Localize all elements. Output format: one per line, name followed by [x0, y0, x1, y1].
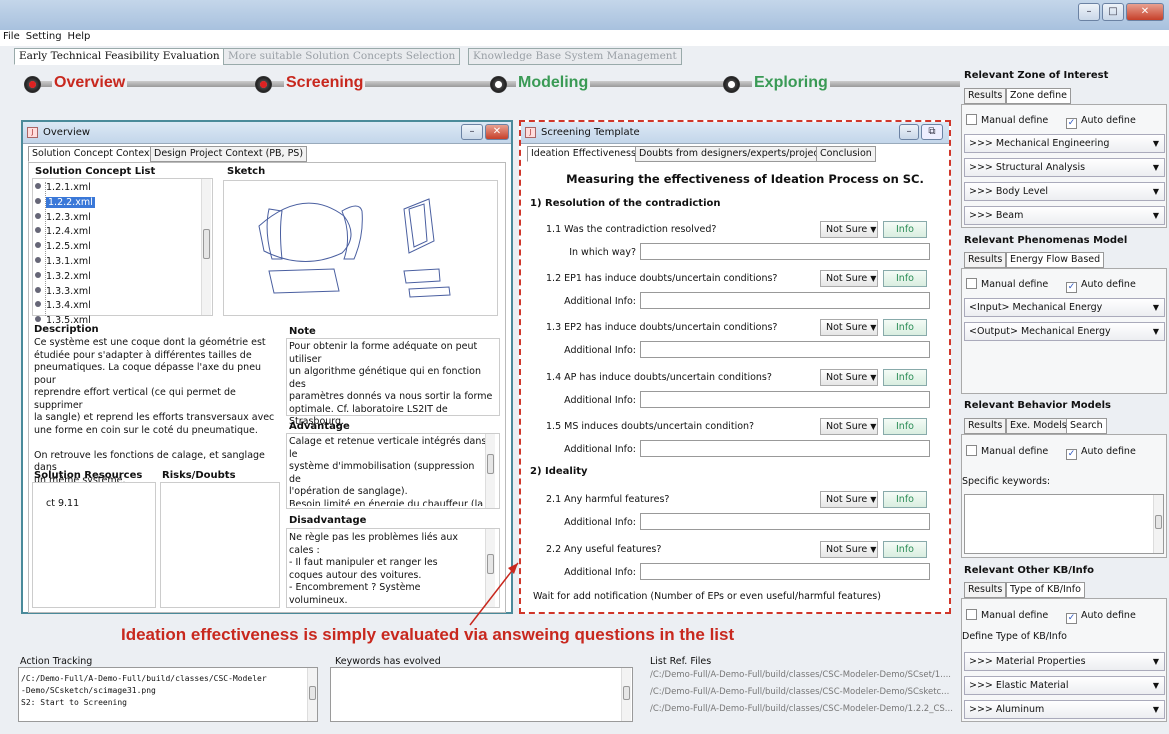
- ref-files-label: List Ref. Files: [650, 656, 712, 667]
- ref-file-item[interactable]: /C:/Demo-Full/A-Demo-Full/build/classes/…: [650, 687, 955, 704]
- action-tracking-lines: /C:/Demo-Full/A-Demo-Full/build/classes/…: [21, 673, 303, 709]
- annotation-arrow: [469, 562, 519, 626]
- keywords-evolved-label: Keywords has evolved: [335, 656, 441, 667]
- ref-file-item[interactable]: /C:/Demo-Full/A-Demo-Full/build/classes/…: [650, 670, 955, 687]
- ref-file-item[interactable]: /C:/Demo-Full/A-Demo-Full/build/classes/…: [650, 704, 955, 721]
- action-scrollbar[interactable]: [307, 668, 317, 721]
- action-tracking-label: Action Tracking: [20, 656, 93, 667]
- files-scrollbar[interactable]: [621, 668, 631, 721]
- action-line: -Demo/SCsketch/scimage31.png: [21, 686, 156, 695]
- action-line: S2: Start to Screening: [21, 698, 127, 707]
- keywords-evolved-box: [330, 667, 633, 722]
- ref-files-list: /C:/Demo-Full/A-Demo-Full/build/classes/…: [650, 670, 955, 721]
- action-line: /C:/Demo-Full/A-Demo-Full/build/classes/…: [21, 674, 267, 683]
- annotation-text: Ideation effectiveness is simply evaluat…: [121, 625, 735, 644]
